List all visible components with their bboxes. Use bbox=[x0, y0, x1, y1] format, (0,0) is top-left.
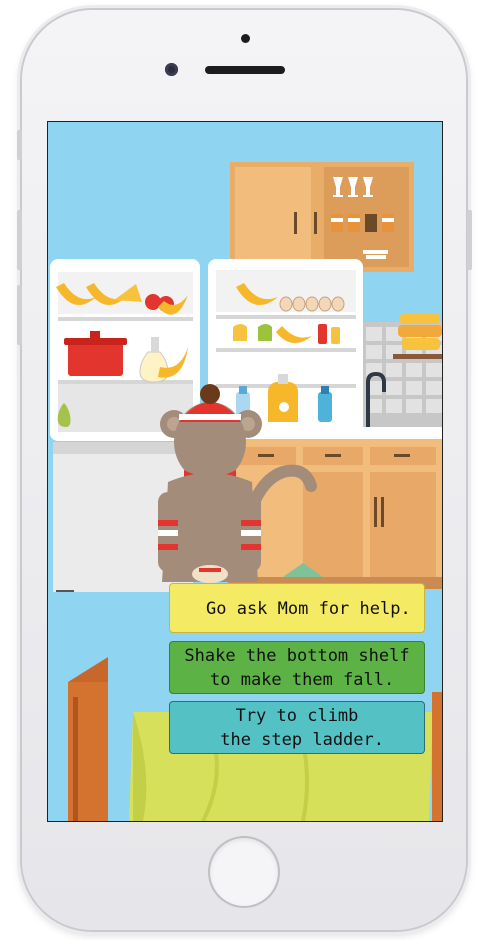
choice-shake-shelf-button[interactable]: Shake the bottom shelf to make them fall… bbox=[169, 641, 425, 694]
volume-down-button bbox=[17, 285, 22, 345]
choice-step-ladder-line-1: Try to climb bbox=[235, 706, 359, 726]
volume-up-button bbox=[17, 210, 22, 270]
choice-ask-mom-label: Go ask Mom for help. bbox=[206, 599, 411, 619]
choice-shake-shelf-line-1: Shake the bottom shelf bbox=[184, 646, 410, 666]
choice-step-ladder-button[interactable]: Try to climb the step ladder. bbox=[169, 701, 425, 754]
front-camera-icon bbox=[165, 63, 178, 76]
game-screen: Go ask Mom for help. Shake the bottom sh… bbox=[47, 121, 443, 822]
power-button bbox=[467, 210, 472, 270]
home-button[interactable] bbox=[210, 838, 278, 906]
choice-step-ladder-line-2: the step ladder. bbox=[210, 730, 384, 750]
earpiece-speaker bbox=[205, 66, 285, 74]
mute-switch bbox=[17, 130, 22, 160]
choice-shake-shelf-line-2: to make them fall. bbox=[199, 670, 395, 690]
choice-ask-mom-button[interactable]: Go ask Mom for help. bbox=[169, 583, 425, 633]
proximity-sensor bbox=[241, 34, 250, 43]
